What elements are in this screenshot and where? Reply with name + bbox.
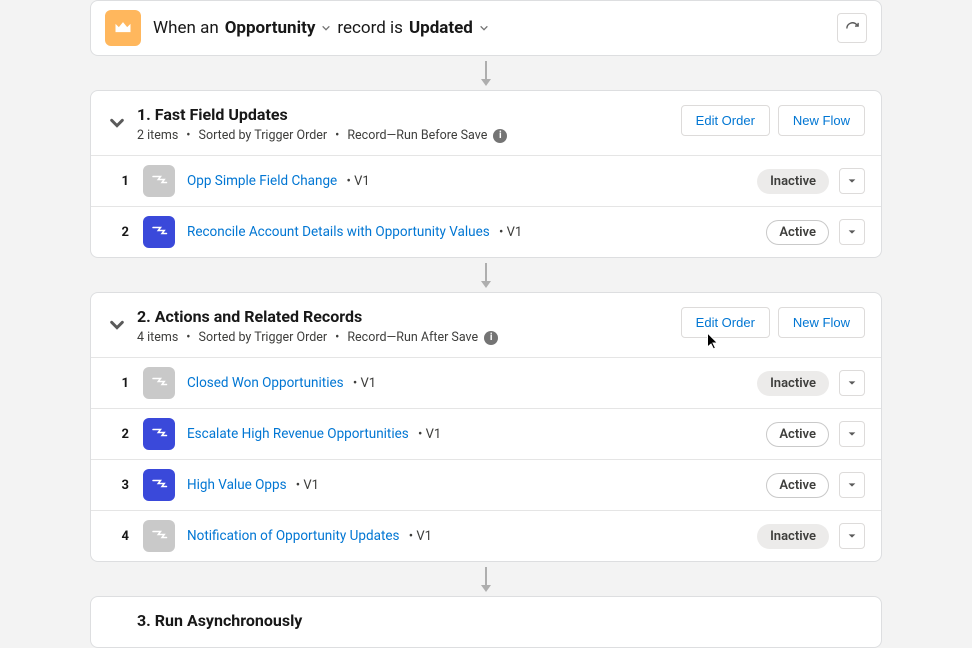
status-badge: Active xyxy=(766,220,829,245)
section-subtitle: 2 items • Sorted by Trigger Order • Reco… xyxy=(137,128,681,143)
collapse-toggle[interactable] xyxy=(103,311,131,339)
flow-icon xyxy=(143,216,175,248)
flow-row: 2 Reconcile Account Details with Opportu… xyxy=(91,206,881,257)
section-title: 3. Run Asynchronously xyxy=(137,611,865,630)
row-menu-button[interactable] xyxy=(839,421,865,447)
section-header: 3. Run Asynchronously xyxy=(91,597,881,647)
section-header: 2. Actions and Related Records 4 items •… xyxy=(91,293,881,357)
status-badge: Inactive xyxy=(757,524,829,549)
row-menu-button[interactable] xyxy=(839,472,865,498)
refresh-button[interactable] xyxy=(837,13,867,43)
connector-arrow xyxy=(90,562,882,596)
flow-link[interactable]: Closed Won Opportunities xyxy=(187,375,344,391)
crown-icon xyxy=(105,10,141,46)
section-actions-related-records: 2. Actions and Related Records 4 items •… xyxy=(90,292,882,562)
flow-icon xyxy=(143,165,175,197)
trigger-object-dropdown[interactable] xyxy=(321,23,331,33)
flow-icon xyxy=(143,520,175,552)
flow-row: 1 Opp Simple Field Change • V1 Inactive xyxy=(91,155,881,206)
flow-icon xyxy=(143,367,175,399)
flow-icon xyxy=(143,418,175,450)
row-menu-button[interactable] xyxy=(839,219,865,245)
flow-link[interactable]: Opp Simple Field Change xyxy=(187,173,337,189)
flow-link[interactable]: Notification of Opportunity Updates xyxy=(187,528,400,544)
trigger-object: Opportunity xyxy=(225,18,316,38)
info-icon[interactable]: i xyxy=(484,331,498,345)
flow-link[interactable]: High Value Opps xyxy=(187,477,287,493)
edit-order-button[interactable]: Edit Order xyxy=(681,307,770,338)
flow-row: 1 Closed Won Opportunities • V1 Inactive xyxy=(91,357,881,408)
section-subtitle: 4 items • Sorted by Trigger Order • Reco… xyxy=(137,330,681,345)
flow-link[interactable]: Reconcile Account Details with Opportuni… xyxy=(187,224,490,240)
flow-row: 2 Escalate High Revenue Opportunities • … xyxy=(91,408,881,459)
row-menu-button[interactable] xyxy=(839,523,865,549)
new-flow-button[interactable]: New Flow xyxy=(778,105,865,136)
trigger-event-dropdown[interactable] xyxy=(479,23,489,33)
trigger-middle: record is xyxy=(337,18,403,38)
new-flow-button[interactable]: New Flow xyxy=(778,307,865,338)
section-title: 1. Fast Field Updates xyxy=(137,105,681,124)
status-badge: Inactive xyxy=(757,371,829,396)
collapse-toggle[interactable] xyxy=(103,109,131,137)
connector-arrow xyxy=(90,258,882,292)
section-header: 1. Fast Field Updates 2 items • Sorted b… xyxy=(91,91,881,155)
status-badge: Inactive xyxy=(757,169,829,194)
trigger-card: When an Opportunity record is Updated xyxy=(90,0,882,56)
section-run-asynchronously: 3. Run Asynchronously xyxy=(90,596,882,648)
status-badge: Active xyxy=(766,473,829,498)
connector-arrow xyxy=(90,56,882,90)
edit-order-button[interactable]: Edit Order xyxy=(681,105,770,136)
flow-row: 3 High Value Opps • V1 Active xyxy=(91,459,881,510)
section-title: 2. Actions and Related Records xyxy=(137,307,681,326)
info-icon[interactable]: i xyxy=(493,129,507,143)
section-fast-field-updates: 1. Fast Field Updates 2 items • Sorted b… xyxy=(90,90,882,258)
row-menu-button[interactable] xyxy=(839,370,865,396)
status-badge: Active xyxy=(766,422,829,447)
flow-icon xyxy=(143,469,175,501)
flow-link[interactable]: Escalate High Revenue Opportunities xyxy=(187,426,409,442)
trigger-prefix: When an xyxy=(153,18,219,38)
trigger-event: Updated xyxy=(409,18,473,38)
row-menu-button[interactable] xyxy=(839,168,865,194)
trigger-text: When an Opportunity record is Updated xyxy=(153,18,489,38)
flow-row: 4 Notification of Opportunity Updates • … xyxy=(91,510,881,561)
